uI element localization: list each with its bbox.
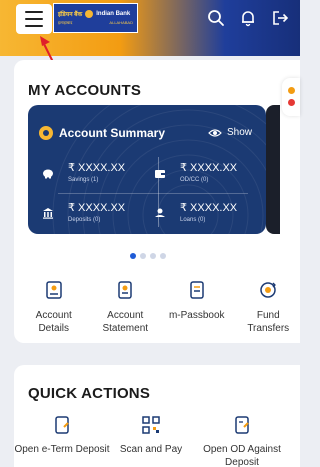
account-summary-title: Account Summary <box>59 126 166 140</box>
menu-line <box>25 25 43 27</box>
hamburger-menu-button[interactable] <box>16 4 52 34</box>
qr-scan-icon <box>142 416 160 434</box>
search-icon[interactable] <box>206 8 226 28</box>
open-od-against-deposit-button[interactable]: Open OD Against Deposit <box>192 415 292 467</box>
savings-label: Savings (1) <box>68 177 99 183</box>
passbook-icon <box>190 281 204 299</box>
fund-transfer-icon <box>260 282 277 298</box>
account-details-button[interactable]: Account Details <box>22 280 86 340</box>
pager-dot[interactable] <box>150 253 156 259</box>
logo-mark-icon <box>85 10 94 18</box>
my-accounts-title: MY ACCOUNTS <box>28 82 142 99</box>
scan-and-pay-label: Scan and Pay <box>119 444 183 455</box>
pager-dot-active[interactable] <box>130 253 136 259</box>
open-od-against-deposit-label: Open OD Against Deposit <box>203 444 281 467</box>
orange-dot <box>288 87 295 94</box>
odcc-cell[interactable]: ₹ XXXX.XX OD/CC (0) <box>154 161 254 191</box>
floating-side-tab[interactable] <box>282 78 300 116</box>
bank-icon <box>43 208 53 219</box>
red-dot <box>288 99 295 106</box>
scan-and-pay-button[interactable]: Scan and Pay <box>110 415 192 467</box>
statement-icon <box>118 281 132 299</box>
eye-icon <box>208 128 222 137</box>
menu-line <box>25 11 43 13</box>
loans-amount: ₹ XXXX.XX <box>180 202 238 214</box>
pager-dot[interactable] <box>160 253 166 259</box>
odcc-label: OD/CC (0) <box>180 177 209 183</box>
logo-sub-english: ALLAHABAD <box>109 20 133 25</box>
carousel-pager <box>130 253 166 259</box>
quick-actions-card: QUICK ACTIONS Open e-Term Deposit Scan a… <box>14 365 300 467</box>
account-details-icon <box>46 281 62 299</box>
odcc-amount: ₹ XXXX.XX <box>180 162 238 174</box>
logo-sub-hindi: इलाहाबाद <box>58 20 73 25</box>
indian-bank-logo: इंडियन बैंक Indian Bank इलाहाबाद ALLAHAB… <box>53 3 138 33</box>
wallet-icon <box>155 170 165 178</box>
account-statement-label: Account Statement <box>102 310 149 334</box>
show-label: Show <box>226 127 252 138</box>
deposits-label: Deposits (0) <box>68 217 101 223</box>
menu-line <box>25 18 43 20</box>
m-passbook-button[interactable]: m-Passbook <box>165 280 229 340</box>
indian-bank-emblem-icon <box>39 126 53 140</box>
m-passbook-label: m-Passbook <box>168 310 225 321</box>
logo-text-english: Indian Bank <box>96 11 131 17</box>
account-actions-row: Account Details Account Statement m-Pass… <box>14 280 300 340</box>
my-accounts-card: MY ACCOUNTS Account Summary Show ₹ XXXX.… <box>14 60 300 343</box>
next-card-peek[interactable] <box>266 105 280 234</box>
loans-cell[interactable]: ₹ XXXX.XX Loans (0) <box>154 201 254 231</box>
summary-divider-horizontal <box>58 193 248 194</box>
savings-amount: ₹ XXXX.XX <box>68 162 126 174</box>
open-e-term-deposit-label: Open e-Term Deposit <box>14 444 110 455</box>
quick-actions-row: Open e-Term Deposit Scan and Pay Open OD… <box>14 415 300 467</box>
show-balance-toggle[interactable]: Show <box>208 127 252 138</box>
loan-icon <box>155 208 165 217</box>
quick-actions-title: QUICK ACTIONS <box>28 385 151 402</box>
logout-icon[interactable] <box>270 8 290 28</box>
logo-text-hindi: इंडियन बैंक <box>58 12 83 18</box>
deposits-cell[interactable]: ₹ XXXX.XX Deposits (0) <box>42 201 142 231</box>
account-summary-card[interactable]: Account Summary Show ₹ XXXX.XX Savings (… <box>28 105 266 234</box>
piggy-bank-icon <box>43 169 53 179</box>
fund-transfers-button[interactable]: Fund Transfers <box>237 280 301 340</box>
loans-label: Loans (0) <box>180 217 206 223</box>
fund-transfers-label: Fund Transfers <box>247 310 290 334</box>
term-deposit-icon <box>55 416 69 434</box>
bell-icon[interactable] <box>238 8 258 28</box>
open-e-term-deposit-button[interactable]: Open e-Term Deposit <box>14 415 110 467</box>
pager-dot[interactable] <box>140 253 146 259</box>
deposits-amount: ₹ XXXX.XX <box>68 202 126 214</box>
account-details-label: Account Details <box>35 310 72 334</box>
od-deposit-icon <box>235 416 249 434</box>
savings-cell[interactable]: ₹ XXXX.XX Savings (1) <box>42 161 142 191</box>
account-statement-button[interactable]: Account Statement <box>94 280 158 340</box>
